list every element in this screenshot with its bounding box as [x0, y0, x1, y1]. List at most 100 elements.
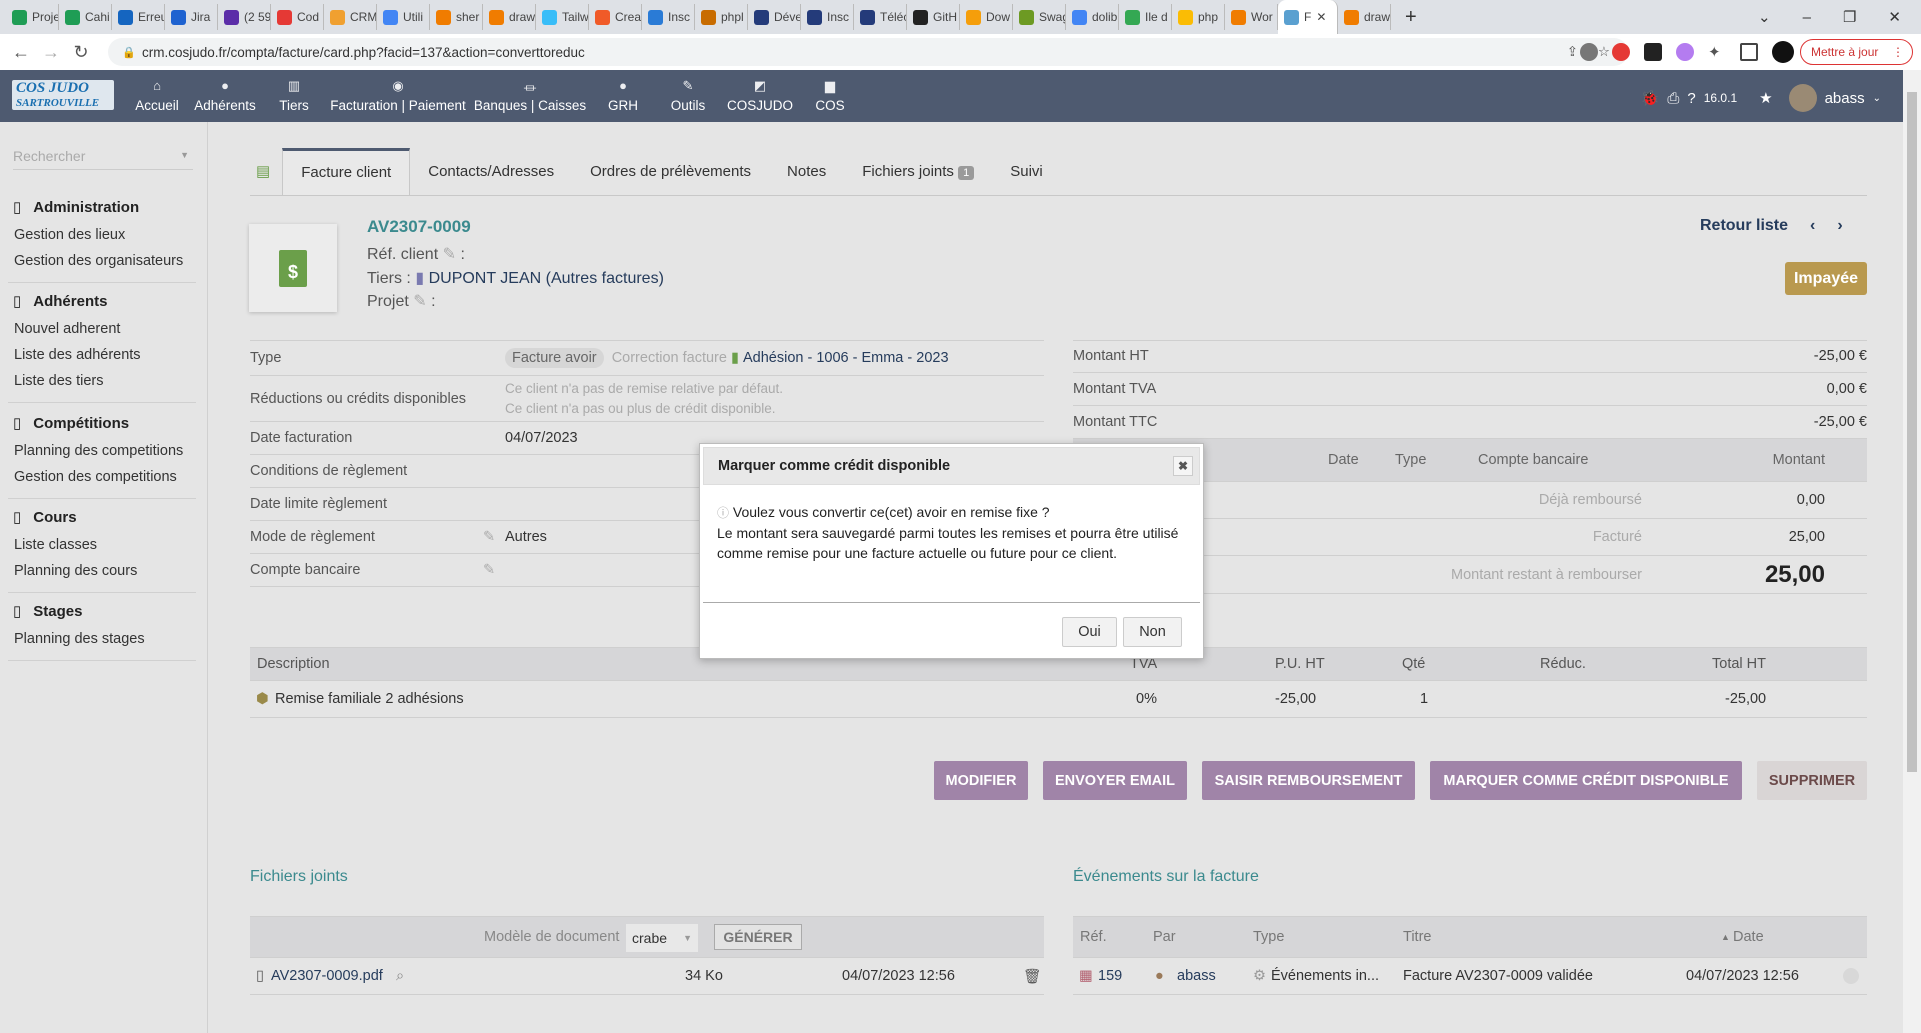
- bookmarks-star-icon[interactable]: ★: [1759, 89, 1772, 107]
- modify-button[interactable]: MODIFIER: [934, 761, 1028, 800]
- menu-outils[interactable]: ✎ Outils: [671, 78, 706, 113]
- sidebar-heading[interactable]: ▯ Compétitions: [8, 408, 196, 438]
- sidebar-heading[interactable]: ▯ Stages: [8, 596, 196, 626]
- tiers-link[interactable]: DUPONT JEAN (Autres factures): [429, 270, 664, 287]
- sidebar-heading[interactable]: ▯ Adhérents: [8, 286, 196, 316]
- tab-facture-client[interactable]: Facture client: [282, 148, 411, 195]
- browser-tab[interactable]: (2 59: [218, 4, 271, 30]
- sidebar-item[interactable]: Planning des cours: [8, 558, 196, 584]
- tab-suivi[interactable]: Suivi: [992, 148, 1061, 195]
- edit-icon[interactable]: ✎: [443, 246, 456, 263]
- sidebar-item[interactable]: Gestion des lieux: [8, 222, 196, 248]
- browser-tab[interactable]: Utili: [377, 4, 430, 30]
- browser-tab[interactable]: draw: [1338, 4, 1391, 30]
- edit-icon[interactable]: ✎: [413, 293, 426, 310]
- bookmark-star-icon[interactable]: ☆: [1598, 44, 1610, 60]
- edit-icon[interactable]: ✎: [483, 562, 495, 578]
- browser-tab[interactable]: Jira: [165, 4, 218, 30]
- sidebar-item[interactable]: Liste des tiers: [8, 368, 196, 394]
- extension-icon[interactable]: [1644, 43, 1662, 61]
- logo[interactable]: COS JUDO SARTROUVILLE: [12, 80, 114, 110]
- close-tab-icon[interactable]: ✕: [1316, 10, 1326, 24]
- browser-tab[interactable]: Téléc: [854, 4, 907, 30]
- menu-adh-rents[interactable]: ● Adhérents: [194, 78, 256, 113]
- browser-tab[interactable]: Cahi: [59, 4, 112, 30]
- refund-button[interactable]: SAISIR REMBOURSEMENT: [1202, 761, 1415, 800]
- extension-icon[interactable]: [1676, 43, 1694, 61]
- browser-tab[interactable]: GitH: [907, 4, 960, 30]
- browser-tab[interactable]: phpl: [695, 4, 748, 30]
- user-menu[interactable]: abass: [1825, 90, 1865, 107]
- tab-ordres-de-pr-l-vements[interactable]: Ordres de prélèvements: [572, 148, 769, 195]
- generate-button[interactable]: GÉNÉRER: [714, 924, 802, 950]
- url-field[interactable]: 🔒 crm.cosjudo.fr/compta/facture/card.php?…: [108, 38, 1628, 66]
- user-link[interactable]: abass: [1177, 968, 1216, 984]
- mark-credit-available-button[interactable]: MARQUER COMME CRÉDIT DISPONIBLE: [1430, 761, 1742, 800]
- new-tab-icon[interactable]: +: [1405, 6, 1417, 29]
- browser-tab[interactable]: Déve: [748, 4, 801, 30]
- share-icon[interactable]: ⇪: [1567, 44, 1578, 60]
- edit-icon[interactable]: ✎: [483, 529, 505, 545]
- sidebar-heading[interactable]: ▯ Cours: [8, 502, 196, 532]
- scrollbar[interactable]: [1903, 70, 1921, 1033]
- side-panel-icon[interactable]: [1740, 43, 1758, 61]
- yes-button[interactable]: Oui: [1062, 617, 1117, 647]
- tab-notes[interactable]: Notes: [769, 148, 844, 195]
- file-link[interactable]: AV2307-0009.pdf: [271, 968, 383, 984]
- model-select[interactable]: crabe ▼: [626, 924, 698, 952]
- menu-cosjudo[interactable]: ◩ COSJUDO: [727, 78, 793, 113]
- print-icon[interactable]: ⎙: [1667, 90, 1679, 107]
- sidebar-item[interactable]: Planning des competitions: [8, 438, 196, 464]
- browser-tab[interactable]: Dow: [960, 4, 1013, 30]
- sidebar-item[interactable]: Liste classes: [8, 532, 196, 558]
- previous-icon[interactable]: ‹: [1810, 217, 1815, 234]
- back-to-list-link[interactable]: Retour liste ‹ ›: [1700, 217, 1843, 235]
- menu-facturation-paiement[interactable]: ◉ Facturation | Paiement: [330, 78, 466, 113]
- trash-icon[interactable]: 🗑: [1023, 968, 1041, 985]
- close-icon[interactable]: ✖: [1173, 456, 1193, 476]
- browser-tab[interactable]: php: [1172, 4, 1225, 30]
- line-row[interactable]: ⬢ Remise familiale 2 adhésions 0% -25,00 1 -2…: [250, 681, 1867, 718]
- sidebar-item[interactable]: Gestion des organisateurs: [8, 248, 196, 274]
- sidebar-item[interactable]: Gestion des competitions: [8, 464, 196, 490]
- close-window-icon[interactable]: ✕: [1888, 8, 1901, 26]
- help-icon[interactable]: ?: [1687, 90, 1695, 107]
- sidebar-heading[interactable]: ▯ Administration: [8, 192, 196, 222]
- correction-link[interactable]: Adhésion - 1006 - Emma - 2023: [743, 350, 949, 366]
- browser-tab[interactable]: Insc: [801, 4, 854, 30]
- menu-accueil[interactable]: ⌂ Accueil: [135, 78, 179, 113]
- date-sort-header[interactable]: Date: [1733, 929, 1764, 945]
- event-link[interactable]: 159: [1098, 968, 1122, 984]
- delete-button[interactable]: SUPPRIMER: [1757, 761, 1867, 800]
- reload-icon[interactable]: ↻: [66, 42, 96, 63]
- sidebar-item[interactable]: Nouvel adherent: [8, 316, 196, 342]
- next-icon[interactable]: ›: [1837, 217, 1842, 234]
- browser-tab[interactable]: F ✕: [1278, 0, 1338, 34]
- minimize-icon[interactable]: –: [1803, 9, 1811, 26]
- browser-tab[interactable]: Tailw: [536, 4, 589, 30]
- search-input[interactable]: Rechercher ▼: [13, 148, 193, 170]
- tab-contacts-adresses[interactable]: Contacts/Adresses: [410, 148, 572, 195]
- menu-grh[interactable]: ● GRH: [608, 78, 638, 113]
- browser-tab[interactable]: Proje: [6, 4, 59, 30]
- forward-icon[interactable]: →: [36, 42, 66, 63]
- browser-tab[interactable]: CRM: [324, 4, 377, 30]
- browser-tab[interactable]: Wor: [1225, 4, 1278, 30]
- puzzle-icon[interactable]: ✦: [1708, 43, 1726, 61]
- browser-tab[interactable]: Insc: [642, 4, 695, 30]
- sidebar-item[interactable]: Liste des adhérents: [8, 342, 196, 368]
- no-button[interactable]: Non: [1123, 617, 1182, 647]
- browser-tab[interactable]: sher: [430, 4, 483, 30]
- profile-icon[interactable]: [1772, 41, 1794, 63]
- tab-fichiers-joints[interactable]: Fichiers joints 1: [844, 148, 992, 195]
- tab-search-icon[interactable]: ⌄: [1758, 8, 1771, 26]
- send-email-button[interactable]: ENVOYER EMAIL: [1043, 761, 1187, 800]
- update-button[interactable]: Mettre à jour ⋮: [1800, 39, 1913, 65]
- restore-icon[interactable]: ❐: [1843, 8, 1856, 26]
- menu-banques-caisses[interactable]: ⏛ Banques | Caisses: [474, 78, 586, 113]
- extension-icon[interactable]: [1580, 43, 1598, 61]
- browser-tab[interactable]: Erreu: [112, 4, 165, 30]
- browser-tab[interactable]: dolib: [1066, 4, 1119, 30]
- sidebar-item[interactable]: Planning des stages: [8, 626, 196, 652]
- browser-tab[interactable]: Crea: [589, 4, 642, 30]
